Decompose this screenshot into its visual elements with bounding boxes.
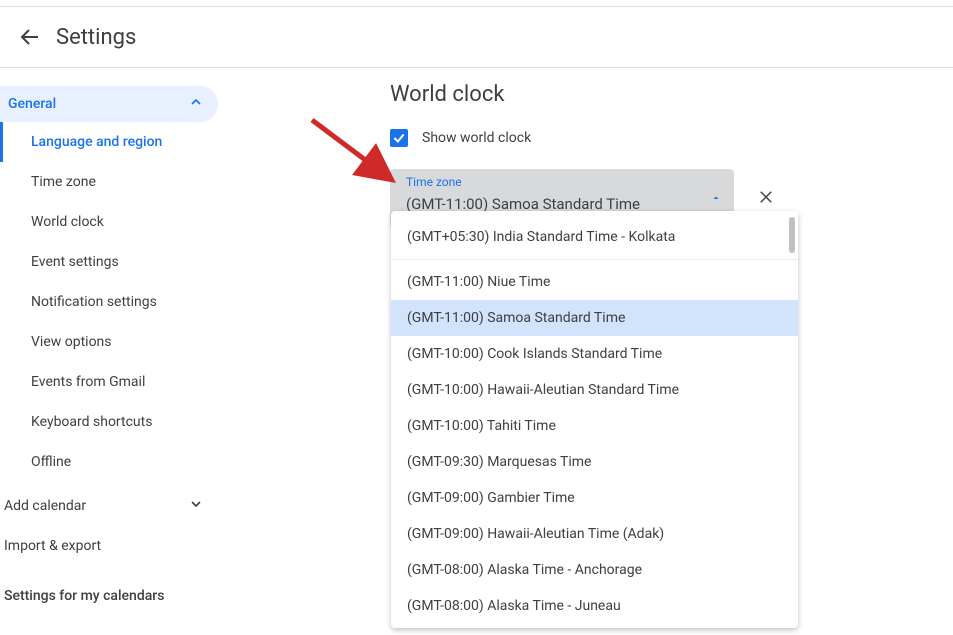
sidebar-section-label: General — [8, 96, 56, 112]
timezone-option[interactable]: (GMT-10:00) Hawaii-Aleutian Standard Tim… — [391, 372, 798, 408]
timezone-option-label: (GMT-08:00) Alaska Time - Juneau — [407, 598, 621, 614]
show-world-clock-row: Show world clock — [390, 129, 953, 147]
arrow-left-icon — [18, 25, 42, 49]
sidebar-item-label: World clock — [31, 214, 104, 230]
sidebar-section-import-export[interactable]: Import & export — [0, 526, 218, 566]
timezone-option-label: (GMT-08:00) Alaska Time - Anchorage — [407, 562, 642, 578]
sidebar-item-world-clock[interactable]: World clock — [0, 202, 218, 242]
remove-timezone-button[interactable] — [748, 179, 784, 215]
sidebar-item-label: Time zone — [31, 174, 96, 190]
sidebar-item-event-settings[interactable]: Event settings — [0, 242, 218, 282]
settings-sidebar: General Language and region Time zone Wo… — [0, 68, 218, 604]
sidebar-item-label: View options — [31, 334, 112, 350]
chevron-down-icon — [188, 496, 204, 516]
timezone-option-label: (GMT-10:00) Cook Islands Standard Time — [407, 346, 662, 362]
sidebar-item-language-region[interactable]: Language and region — [0, 122, 218, 162]
timezone-option[interactable]: (GMT+05:30) India Standard Time - Kolkat… — [391, 219, 798, 255]
sidebar-section-general[interactable]: General — [0, 86, 218, 122]
dropdown-separator — [391, 259, 798, 260]
header-bar: Settings — [0, 6, 953, 68]
sidebar-item-label: Events from Gmail — [31, 374, 145, 390]
timezone-option-label: (GMT-09:00) Gambier Time — [407, 490, 575, 506]
sidebar-item-notification-settings[interactable]: Notification settings — [0, 282, 218, 322]
timezone-option[interactable]: (GMT-09:00) Hawaii-Aleutian Time (Adak) — [391, 516, 798, 552]
caret-up-icon — [710, 192, 722, 208]
back-button[interactable] — [10, 17, 50, 57]
timezone-option-label: (GMT+05:30) India Standard Time - Kolkat… — [407, 229, 675, 245]
sidebar-item-events-from-gmail[interactable]: Events from Gmail — [0, 362, 218, 402]
timezone-option[interactable]: (GMT-09:00) Gambier Time — [391, 480, 798, 516]
close-icon — [757, 188, 775, 206]
section-title-world-clock: World clock — [390, 82, 953, 107]
sidebar-item-label: Keyboard shortcuts — [31, 414, 152, 430]
timezone-option-label: (GMT-09:30) Marquesas Time — [407, 454, 591, 470]
timezone-option[interactable]: (GMT-11:00) Niue Time — [391, 264, 798, 300]
timezone-option-label: (GMT-11:00) Samoa Standard Time — [407, 310, 625, 326]
timezone-option[interactable]: (GMT-11:00) Samoa Standard Time — [391, 300, 798, 336]
timezone-option[interactable]: (GMT-09:30) Marquesas Time — [391, 444, 798, 480]
timezone-option[interactable]: (GMT-10:00) Cook Islands Standard Time — [391, 336, 798, 372]
sidebar-item-time-zone[interactable]: Time zone — [0, 162, 218, 202]
chevron-up-icon — [188, 94, 204, 114]
sidebar-section-add-calendar[interactable]: Add calendar — [0, 486, 218, 526]
timezone-option-label: (GMT-10:00) Tahiti Time — [407, 418, 556, 434]
sidebar-footer-heading: Settings for my calendars — [0, 566, 218, 604]
timezone-field-label: Time zone — [406, 175, 462, 189]
sidebar-item-label: Event settings — [31, 254, 119, 270]
timezone-option[interactable]: (GMT-10:00) Tahiti Time — [391, 408, 798, 444]
show-world-clock-label: Show world clock — [422, 130, 531, 146]
sidebar-section-label: Import & export — [4, 538, 101, 554]
checkmark-icon — [392, 131, 406, 145]
sidebar-item-view-options[interactable]: View options — [0, 322, 218, 362]
sidebar-item-keyboard-shortcuts[interactable]: Keyboard shortcuts — [0, 402, 218, 442]
show-world-clock-checkbox[interactable] — [390, 129, 408, 147]
sidebar-item-label: Notification settings — [31, 294, 157, 310]
timezone-option-label: (GMT-11:00) Niue Time — [407, 274, 550, 290]
timezone-option-label: (GMT-09:00) Hawaii-Aleutian Time (Adak) — [407, 526, 664, 542]
sidebar-item-label: Offline — [31, 454, 71, 470]
timezone-option[interactable]: (GMT-08:00) Alaska Time - Juneau — [391, 588, 798, 624]
sidebar-item-offline[interactable]: Offline — [0, 442, 218, 482]
timezone-dropdown[interactable]: (GMT+05:30) India Standard Time - Kolkat… — [391, 211, 798, 628]
timezone-option-label: (GMT-10:00) Hawaii-Aleutian Standard Tim… — [407, 382, 679, 398]
sidebar-section-label: Add calendar — [4, 498, 86, 514]
timezone-option[interactable]: (GMT-08:00) Alaska Time - Anchorage — [391, 552, 798, 588]
dropdown-scrollbar[interactable] — [789, 217, 795, 253]
sidebar-item-label: Language and region — [31, 134, 162, 150]
page-title: Settings — [56, 25, 136, 50]
